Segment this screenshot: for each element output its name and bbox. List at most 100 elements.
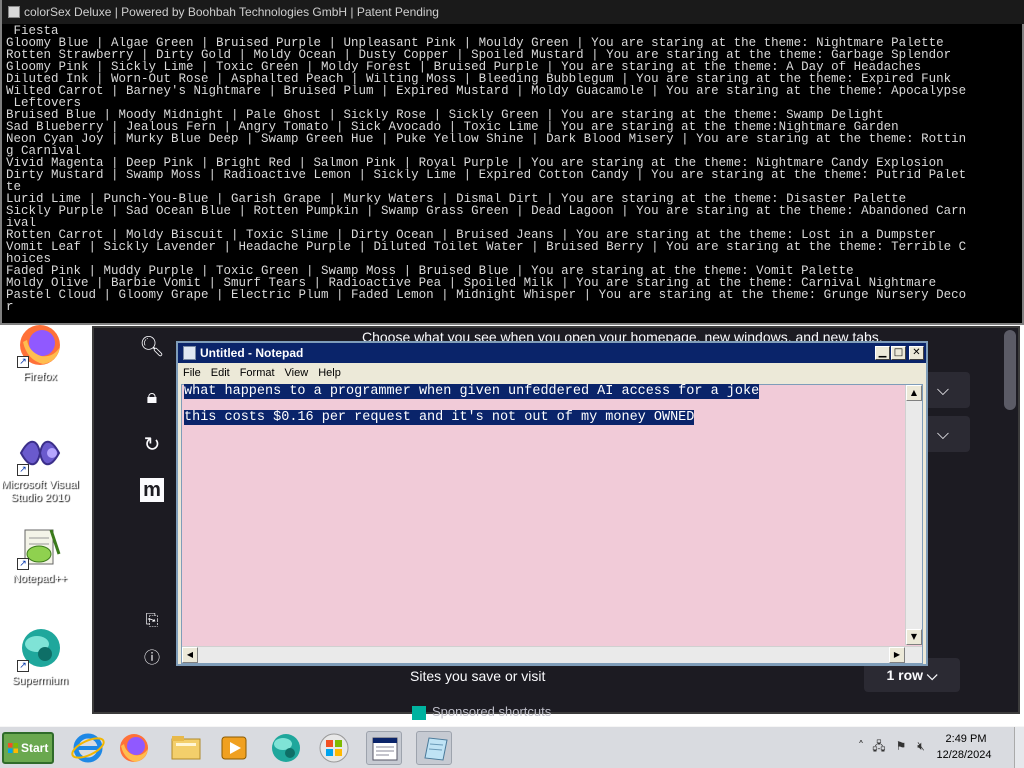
menu-file[interactable]: File — [178, 363, 206, 383]
console-line: ival — [6, 217, 37, 229]
desktop-icon-firefox[interactable]: ↗ Firefox — [0, 322, 80, 384]
console-line: Sickly Purple | Sad Ocean Blue | Rotten … — [6, 205, 967, 217]
notepad-app-icon — [183, 346, 196, 360]
scroll-down-button[interactable]: ▼ — [906, 629, 922, 645]
menu-edit[interactable]: Edit — [206, 363, 235, 383]
visual-studio-icon: ↗ — [17, 430, 63, 476]
notepad-icon[interactable] — [416, 731, 452, 765]
console-line: Dirty Mustard | Swamp Moss | Radioactive… — [6, 169, 967, 181]
console-title: colorSex Deluxe | Powered by Boohbah Tec… — [24, 5, 439, 19]
console-line: te — [6, 181, 22, 193]
help-icon[interactable]: ⓘ — [138, 644, 166, 672]
shortcut-arrow-icon: ↗ — [17, 356, 29, 368]
scroll-right-button[interactable]: ▶ — [889, 647, 905, 663]
console-line: Lurid Lime | Punch-You-Blue | Garish Gra… — [6, 193, 907, 205]
rows-value: 1 row — [886, 667, 924, 683]
chevron-down-icon: ⌵ — [936, 424, 950, 443]
desktop-icon-label: Notepad++ — [12, 573, 68, 585]
console-line: Leftovers — [6, 97, 82, 109]
desktop-icon-notepadpp[interactable]: ↗ Notepad++ — [0, 524, 80, 586]
system-tray: ˄ 🖧︎ ⚑ 🔇︎ 2:49 PM 12/28/2024 — [848, 727, 1024, 768]
menu-help[interactable]: Help — [313, 363, 346, 383]
text-line: this costs $0.16 per request and it's no… — [184, 410, 908, 437]
console-line: Vivid Magenta | Deep Pink | Bright Red |… — [6, 157, 944, 169]
show-desktop-button[interactable] — [1014, 727, 1024, 768]
settings-scrollbar[interactable] — [1004, 330, 1016, 410]
console-line: Rotten Carrot | Moldy Biscuit | Toxic Sl… — [6, 229, 937, 241]
selected-text: what happens to a programmer when given … — [184, 384, 760, 399]
shortcut-arrow-icon: ↗ — [17, 464, 29, 476]
notepad-titlebar[interactable]: Untitled - Notepad ▁ □ ✕ — [178, 343, 926, 363]
start-button[interactable]: Start — [2, 732, 54, 764]
notepad-text[interactable]: what happens to a programmer when given … — [184, 384, 908, 643]
supermium-icon: ↗ — [17, 626, 63, 672]
console-output: Fiesta Gloomy Blue | Algae Green | Bruise… — [6, 25, 1024, 315]
network-icon[interactable]: 🖧︎ — [872, 739, 886, 753]
shortcuts-label: Sites you save or visit — [410, 668, 546, 684]
console-window[interactable]: colorSex Deluxe | Powered by Boohbah Tec… — [0, 0, 1024, 325]
console-line: Bruised Blue | Moody Midnight | Pale Gho… — [6, 109, 884, 121]
notepad-text-area[interactable]: what happens to a programmer when given … — [181, 384, 923, 664]
sponsored-checkbox[interactable] — [412, 706, 426, 720]
console-line: Gloomy Pink | Sickly Lime | Toxic Green … — [6, 61, 922, 73]
clock-date[interactable]: 12/28/2024 — [930, 749, 998, 761]
maximize-button[interactable]: □ — [891, 346, 906, 360]
notepadpp-icon: ↗ — [17, 524, 63, 570]
sync-icon[interactable]: ↻ — [138, 430, 166, 458]
desktop-icon-visual-studio[interactable]: ↗ Microsoft Visual Studio 2010 — [0, 430, 80, 505]
shortcut-arrow-icon: ↗ — [17, 558, 29, 570]
console-line: Moldy Olive | Barbie Vomit | Smurf Tears… — [6, 277, 937, 289]
desktop-icon-supermium[interactable]: ↗ Supermium — [0, 626, 80, 688]
console-line: Pastel Cloud | Gloomy Grape | Electric P… — [6, 289, 967, 301]
horizontal-scrollbar[interactable]: ◀ ▶ — [182, 646, 922, 663]
console-titlebar[interactable]: colorSex Deluxe | Powered by Boohbah Tec… — [2, 0, 1024, 24]
console-line: Rotten Strawberry | Dirty Gold | Moldy O… — [6, 49, 952, 61]
media-player-icon[interactable] — [216, 731, 252, 765]
notepad-window[interactable]: Untitled - Notepad ▁ □ ✕ File Edit Format V… — [176, 341, 928, 666]
menu-view[interactable]: View — [280, 363, 314, 383]
console-line: g Carnival — [6, 145, 82, 157]
flag-icon[interactable]: ⚑ — [894, 739, 908, 753]
console-line: Gloomy Blue | Algae Green | Bruised Purp… — [6, 37, 944, 49]
selected-text: this costs $0.16 per request and it's no… — [184, 410, 695, 425]
extensions-icon[interactable]: ⎘ — [138, 606, 166, 634]
file-explorer-icon[interactable] — [168, 731, 204, 765]
desktop-icon-label: Microsoft Visual Studio 2010 — [1, 479, 79, 504]
windows-update-icon[interactable] — [316, 731, 352, 765]
search-icon[interactable]: 🔍︎ — [138, 332, 166, 360]
supermium-icon[interactable] — [268, 731, 304, 765]
console-line: r — [6, 301, 14, 313]
clock-time[interactable]: 2:49 PM — [934, 733, 998, 745]
lock-icon[interactable]: 🔒︎ — [138, 382, 166, 410]
console-line: Fiesta — [6, 25, 59, 37]
firefox-icon[interactable] — [116, 731, 152, 765]
desktop-icon-label: Supermium — [11, 675, 69, 687]
taskbar: Start ˄ 🖧︎ ⚑ 🔇︎ 2:49 PM 12/28/2024 — [0, 726, 1024, 768]
minimize-button[interactable]: ▁ — [875, 346, 890, 360]
console-line: Faded Pink | Muddy Purple | Toxic Green … — [6, 265, 854, 277]
console-line: Vomit Leaf | Sickly Lavender | Headache … — [6, 241, 967, 253]
close-button[interactable]: ✕ — [909, 346, 924, 360]
console-line: Sad Blueberry | Jealous Fern | Angry Tom… — [6, 121, 899, 133]
scroll-up-button[interactable]: ▲ — [906, 385, 922, 401]
menu-format[interactable]: Format — [235, 363, 280, 383]
volume-muted-icon[interactable]: 🔇︎ — [914, 739, 928, 753]
sponsored-shortcuts-option[interactable]: Sponsored shortcuts — [412, 704, 552, 720]
internet-explorer-icon[interactable] — [70, 731, 106, 765]
console-app-icon — [8, 6, 20, 18]
vertical-scrollbar[interactable]: ▲ ▼ — [905, 385, 922, 645]
console-line: Neon Cyan Joy | Murky Blue Deep | Swamp … — [6, 133, 967, 145]
windows-flag-icon — [8, 743, 18, 753]
text-line: what happens to a programmer when given … — [184, 384, 908, 411]
mozilla-icon[interactable]: m — [140, 478, 164, 502]
scroll-left-button[interactable]: ◀ — [182, 647, 198, 663]
notepad-menubar: File Edit Format View Help — [178, 363, 926, 383]
notepad-window-icon[interactable] — [366, 731, 402, 765]
shortcut-arrow-icon: ↗ — [17, 660, 29, 672]
start-label: Start — [21, 741, 49, 755]
chevron-up-icon[interactable]: ˄ — [854, 739, 868, 753]
console-line: Diluted Ink | Worn-Out Rose | Asphalted … — [6, 73, 952, 85]
settings-sidebar: 🔍︎ 🔒︎ ↻ m ⎘ ⓘ — [94, 328, 180, 712]
sponsored-label: Sponsored shortcuts — [432, 704, 552, 719]
chevron-down-icon: ⌵ — [926, 667, 938, 683]
